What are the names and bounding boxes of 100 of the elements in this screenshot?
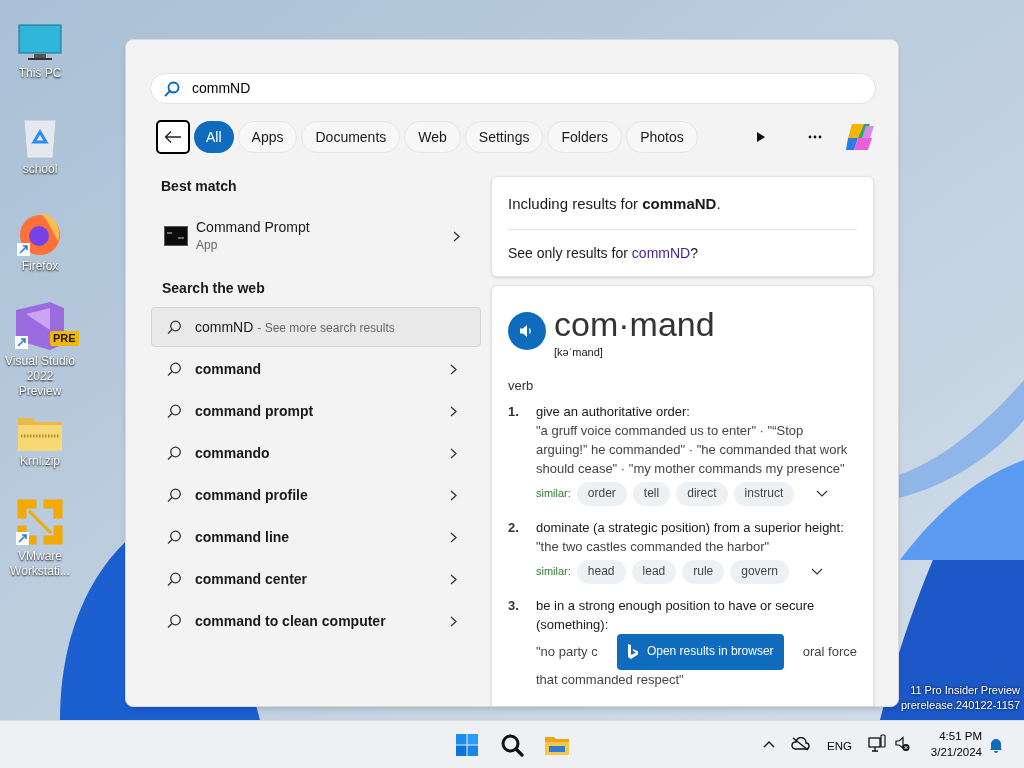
- clock-date[interactable]: 3/21/2024: [930, 744, 982, 760]
- bing-icon: [626, 643, 639, 660]
- expand-button[interactable]: [816, 490, 829, 497]
- search-icon: [167, 487, 182, 503]
- language-indicator[interactable]: ENG: [827, 738, 852, 756]
- search-suggestion: command profile: [195, 485, 308, 505]
- definition: dominate (a strategic position) from a superior height:: [536, 518, 845, 537]
- filter-tab[interactable]: Photos: [626, 121, 698, 153]
- chevron-right-icon: [450, 363, 457, 375]
- web-search-item[interactable]: command line: [151, 517, 481, 557]
- usage-example: "a gruff voice commanded us to enter" · "“Stop arguing!” he commanded" · "he commanded that work should cease" · "my mother commands my presence": [536, 421, 849, 478]
- search-icon[interactable]: [501, 734, 524, 757]
- app-title: Command Prompt: [196, 218, 311, 237]
- usage-example: that commanded respect": [536, 670, 685, 689]
- web-search-item[interactable]: command to clean computer: [151, 601, 481, 641]
- synonym-chip[interactable]: lead: [631, 559, 677, 584]
- usage-example: "the two castles commanded the harbor": [536, 537, 771, 556]
- web-search-item[interactable]: commND - See more search results: [151, 307, 481, 347]
- speaker-muted-icon[interactable]: [895, 736, 910, 752]
- filter-tab[interactable]: Documents: [301, 121, 401, 153]
- search-suggestion: commND: [195, 317, 254, 337]
- chevron-down-icon: [810, 568, 823, 575]
- chevron-right-icon: [450, 573, 457, 585]
- search-suggestion: command: [195, 359, 262, 379]
- section-heading: Best match: [160, 177, 238, 196]
- synonym-chip[interactable]: head: [576, 559, 626, 584]
- usage-example: oral force: [802, 643, 857, 661]
- usage-example: "no party c: [536, 643, 598, 661]
- synonym-chip[interactable]: govern: [730, 559, 789, 584]
- best-match-item[interactable]: Command Prompt App: [151, 212, 481, 260]
- synonym-chip[interactable]: tell: [632, 481, 671, 506]
- watermark-text: 11 Pro Insider Preview: [910, 683, 1020, 698]
- search-icon: [167, 613, 182, 629]
- chevron-right-icon: [450, 531, 457, 543]
- chevron-up-icon[interactable]: [763, 740, 775, 748]
- search-field[interactable]: commND: [150, 73, 876, 104]
- web-search-item[interactable]: command: [151, 349, 481, 389]
- back-button[interactable]: [156, 120, 190, 154]
- search-suggestion: command prompt: [195, 401, 314, 421]
- zip-folder-icon: [17, 416, 63, 452]
- headword: com·mand: [554, 305, 715, 342]
- recycle-bin-icon: [20, 116, 60, 160]
- web-search-item[interactable]: command profile: [151, 475, 481, 515]
- play-icon: [756, 131, 766, 143]
- notification-bell-icon[interactable]: [989, 737, 1003, 753]
- clock-time[interactable]: 4:51 PM: [939, 728, 982, 744]
- section-heading: Search the web: [161, 279, 266, 298]
- part-of-speech: verb: [508, 377, 535, 395]
- open-in-browser-button[interactable]: Open results in browser: [616, 633, 784, 670]
- similar-label: similar:: [536, 486, 571, 501]
- search-icon: [167, 445, 182, 461]
- search-suggestion: command center: [195, 569, 308, 589]
- filter-tab[interactable]: Folders: [547, 121, 623, 153]
- synonym-chip[interactable]: direct: [676, 481, 728, 506]
- start-icon[interactable]: [456, 734, 478, 756]
- filter-tab[interactable]: Apps: [237, 121, 298, 153]
- search-icon: [167, 529, 182, 545]
- question-mark: ?: [690, 243, 698, 263]
- original-query-link[interactable]: commND: [631, 242, 691, 264]
- filter-tab[interactable]: Web: [404, 121, 461, 153]
- chevron-right-icon: [450, 405, 457, 417]
- expand-button[interactable]: [810, 568, 823, 575]
- chevron-right-icon: [450, 489, 457, 501]
- search-icon: [167, 403, 182, 419]
- synonym-chip[interactable]: order: [576, 481, 627, 506]
- back-arrow-icon: [164, 130, 182, 144]
- pronunciation: [kəˈmand]: [554, 344, 604, 360]
- filter-tab[interactable]: Settings: [464, 121, 544, 153]
- search-suggestion: commando: [195, 443, 270, 463]
- network-icon[interactable]: [868, 734, 886, 753]
- sense-number: 3.: [508, 596, 520, 615]
- chevron-down-icon: [816, 490, 829, 497]
- search-suggestion: command to clean computer: [195, 611, 386, 631]
- definition: give an authoritative order:: [536, 402, 691, 421]
- sense-number: 1.: [508, 402, 520, 421]
- web-search-item[interactable]: command center: [151, 559, 481, 599]
- preview-badge: PRE: [50, 331, 79, 346]
- chevron-right-icon: [450, 447, 457, 459]
- pronounce-button[interactable]: [508, 311, 546, 350]
- web-search-item[interactable]: command prompt: [151, 391, 481, 431]
- filter-tab[interactable]: All: [194, 121, 234, 153]
- vmware-icon: [15, 497, 65, 547]
- synonym-chip[interactable]: rule: [682, 559, 725, 584]
- chevron-right-icon: [450, 615, 457, 627]
- cloud-off-icon[interactable]: [791, 737, 810, 751]
- search-suggestion: command line: [195, 527, 290, 547]
- app-type: App: [196, 237, 219, 254]
- search-icon: [167, 361, 182, 377]
- folder-icon[interactable]: [544, 734, 570, 756]
- more-icon: [808, 135, 822, 139]
- spelling-note: Including results for commaND.: [508, 193, 857, 230]
- web-search-item[interactable]: commando: [151, 433, 481, 473]
- spelling-prefix: See only results for: [508, 243, 628, 263]
- synonym-chip[interactable]: instruct: [733, 481, 795, 506]
- search-icon: [167, 319, 182, 335]
- search-icon: [164, 80, 180, 97]
- copilot-icon[interactable]: [844, 122, 876, 152]
- terminal-icon: [164, 226, 188, 246]
- search-icon: [167, 571, 182, 587]
- search-input: commND: [192, 78, 862, 99]
